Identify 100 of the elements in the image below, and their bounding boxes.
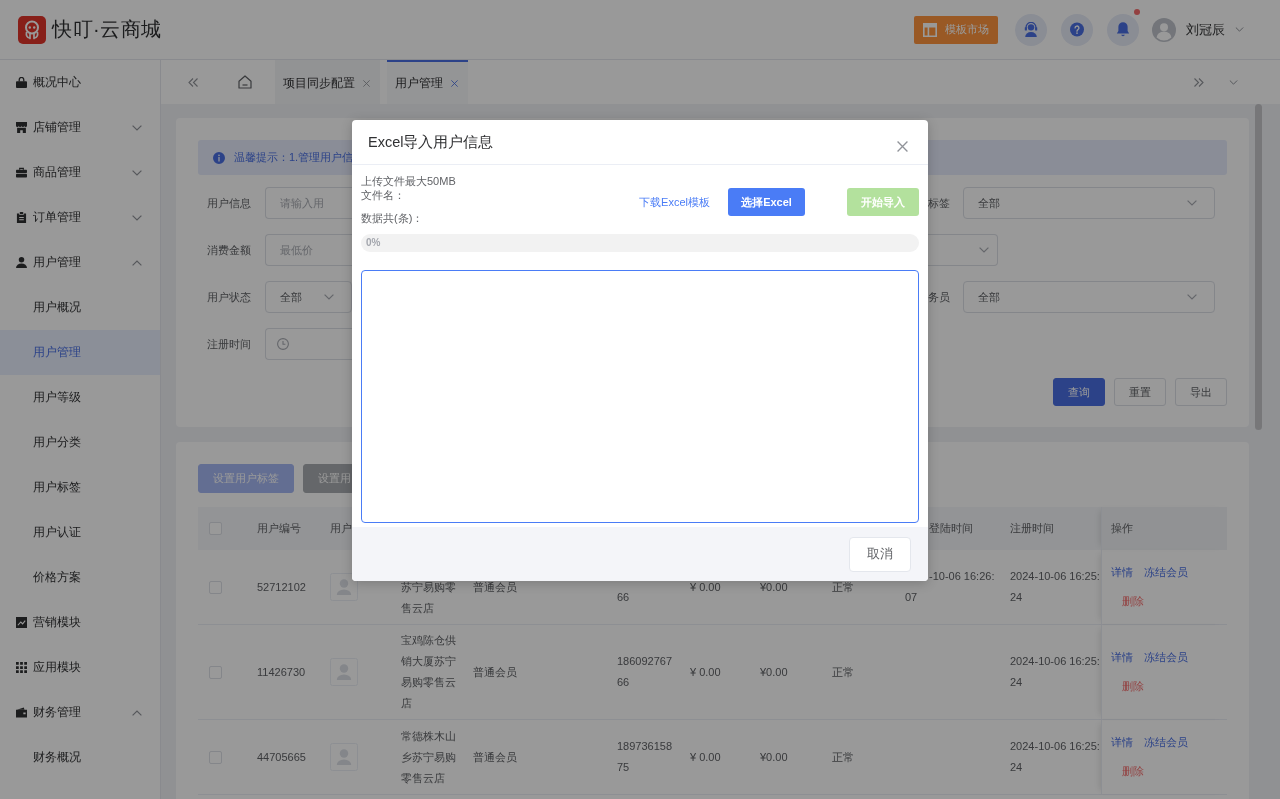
- select-field[interactable]: 全部: [963, 281, 1215, 313]
- filter-label: 标签: [928, 197, 950, 209]
- filter-label: 注册时间: [207, 338, 251, 350]
- clipboard-icon: [16, 212, 27, 223]
- cancel-button[interactable]: 取消: [849, 536, 911, 572]
- menu-item[interactable]: 订单管理: [0, 195, 160, 240]
- table-cell-text: 普通会员: [472, 664, 518, 680]
- table-cell-text: ¥ 0.00: [689, 664, 722, 680]
- table-cell-text: 常德株木山乡苏宁易购零售云店: [400, 728, 457, 786]
- file-name-label: 文件名：: [361, 188, 405, 202]
- filter-label: 务员: [928, 291, 950, 303]
- select-field[interactable]: 全部: [963, 187, 1215, 219]
- user-menu[interactable]: 刘冠辰: [1152, 17, 1244, 42]
- column-header: 用户编号: [256, 521, 302, 536]
- delete-link[interactable]: 删除: [1122, 591, 1144, 612]
- action-link[interactable]: 冻结会员: [1144, 732, 1188, 753]
- submenu-item[interactable]: 用户认证: [0, 510, 160, 555]
- submenu-item[interactable]: 财务概况: [0, 735, 160, 780]
- app-title: 快叮·云商城: [52, 17, 162, 42]
- table-cell-text: 18973615875: [616, 739, 674, 775]
- chevron-down-icon[interactable]: [1228, 79, 1238, 85]
- notice-text: 温馨提示：1.管理用户信: [234, 150, 354, 165]
- menu-item[interactable]: 店铺管理: [0, 105, 160, 150]
- clock-icon: [277, 338, 289, 350]
- submenu-item[interactable]: 用户等级: [0, 375, 160, 420]
- table-cell-text: 2024-10-06 16:25:24: [1009, 654, 1101, 690]
- table-cell-text: 正常: [831, 579, 855, 595]
- date-field[interactable]: [265, 328, 352, 360]
- chevron-down-icon: [324, 294, 334, 300]
- table-cell-text: ¥ 0.00: [689, 579, 722, 595]
- submenu-item[interactable]: 用户分类: [0, 420, 160, 465]
- grid-icon: [16, 662, 27, 673]
- close-icon[interactable]: [451, 79, 458, 87]
- action-link[interactable]: 详情: [1111, 647, 1133, 668]
- home-icon[interactable]: [238, 75, 252, 89]
- avatar-icon: [1152, 17, 1176, 42]
- menu-item[interactable]: 概况中心: [0, 60, 160, 105]
- delete-link[interactable]: 删除: [1122, 761, 1144, 782]
- logo-icon: [18, 15, 46, 44]
- action-link[interactable]: 详情: [1111, 732, 1133, 753]
- tab[interactable]: 项目同步配置: [275, 60, 380, 104]
- help-button[interactable]: [1061, 13, 1093, 46]
- size-note: 上传文件最大50MB: [361, 174, 457, 188]
- action-button[interactable]: 重置: [1114, 378, 1166, 406]
- action-link[interactable]: 冻结会员: [1144, 562, 1188, 583]
- dialog-title: Excel导入用户信息: [368, 132, 494, 152]
- headset-icon[interactable]: [1024, 22, 1038, 37]
- support-button[interactable]: [1015, 13, 1047, 46]
- download-template-link[interactable]: 下载Excel模板: [639, 188, 710, 216]
- menu-item[interactable]: 财务管理: [0, 690, 160, 735]
- table-cell-text: 66: [616, 590, 631, 605]
- store-icon: [16, 122, 27, 133]
- menu-item[interactable]: 商品管理: [0, 150, 160, 195]
- chevron-down-icon: [1235, 27, 1244, 32]
- bell-icon[interactable]: [1116, 22, 1130, 37]
- menu-item[interactable]: 营销模块: [0, 600, 160, 645]
- double-chevron-right-icon[interactable]: [1194, 77, 1204, 87]
- close-icon[interactable]: [363, 79, 370, 87]
- menu-item[interactable]: 用户管理: [0, 240, 160, 285]
- chart-icon: [16, 617, 27, 628]
- table-cell-text: 正常: [831, 664, 855, 680]
- table-cell-text: 宝鸡陈仓供销大厦苏宁易购零售云店: [400, 633, 457, 711]
- select-file-button[interactable]: 选择Excel: [728, 188, 805, 216]
- action-button[interactable]: 导出: [1175, 378, 1227, 406]
- table-cell-text: 正常: [831, 749, 855, 765]
- table-cell-text: 普通会员: [472, 749, 518, 765]
- wallet-icon: [16, 707, 27, 718]
- filter-label: 消费金额: [207, 244, 251, 256]
- submenu-item[interactable]: 用户标签: [0, 465, 160, 510]
- table-cell-text: 44705665: [256, 749, 307, 765]
- table-cell-text: 普通会员: [472, 579, 518, 595]
- chevron-down-icon: [1187, 294, 1197, 300]
- table-cell-text: 11426730: [256, 664, 307, 680]
- close-icon[interactable]: [897, 140, 908, 152]
- submenu-item[interactable]: 用户概况: [0, 285, 160, 330]
- table-cell-text: 2024-10-06 16:25:24: [1009, 739, 1101, 775]
- menu-item[interactable]: 应用模块: [0, 645, 160, 690]
- delete-link[interactable]: 删除: [1122, 676, 1144, 697]
- table-cell-text: 52712102: [256, 579, 307, 595]
- action-link[interactable]: 冻结会员: [1144, 647, 1188, 668]
- chevron-down-icon: [979, 247, 989, 253]
- select-field[interactable]: 全部: [265, 281, 352, 313]
- select-field[interactable]: [928, 234, 998, 266]
- table-cell-text: 2024-10-06 16:25:24: [1009, 569, 1101, 605]
- action-link[interactable]: 详情: [1111, 562, 1133, 583]
- table-cell-text: 18609276766: [616, 654, 674, 690]
- count-label: 数据共(条)：: [361, 211, 424, 225]
- tab[interactable]: 用户管理: [387, 60, 468, 104]
- double-chevron-left-icon[interactable]: [188, 77, 198, 87]
- table-cell-text: ¥ 0.00: [689, 749, 722, 765]
- table-cell-text: -10-06 16:26:07: [904, 569, 996, 605]
- help-icon[interactable]: [1070, 22, 1084, 37]
- scrollbar-thumb[interactable]: [1255, 104, 1262, 430]
- filter-label: 用户状态: [207, 291, 251, 303]
- submenu-item[interactable]: 价格方案: [0, 555, 160, 600]
- search-button[interactable]: 查询: [1053, 378, 1105, 406]
- submenu-item[interactable]: 用户管理: [0, 330, 160, 375]
- briefcase-icon: [16, 167, 27, 178]
- notifications-button[interactable]: [1107, 13, 1139, 46]
- info-icon: [213, 151, 225, 164]
